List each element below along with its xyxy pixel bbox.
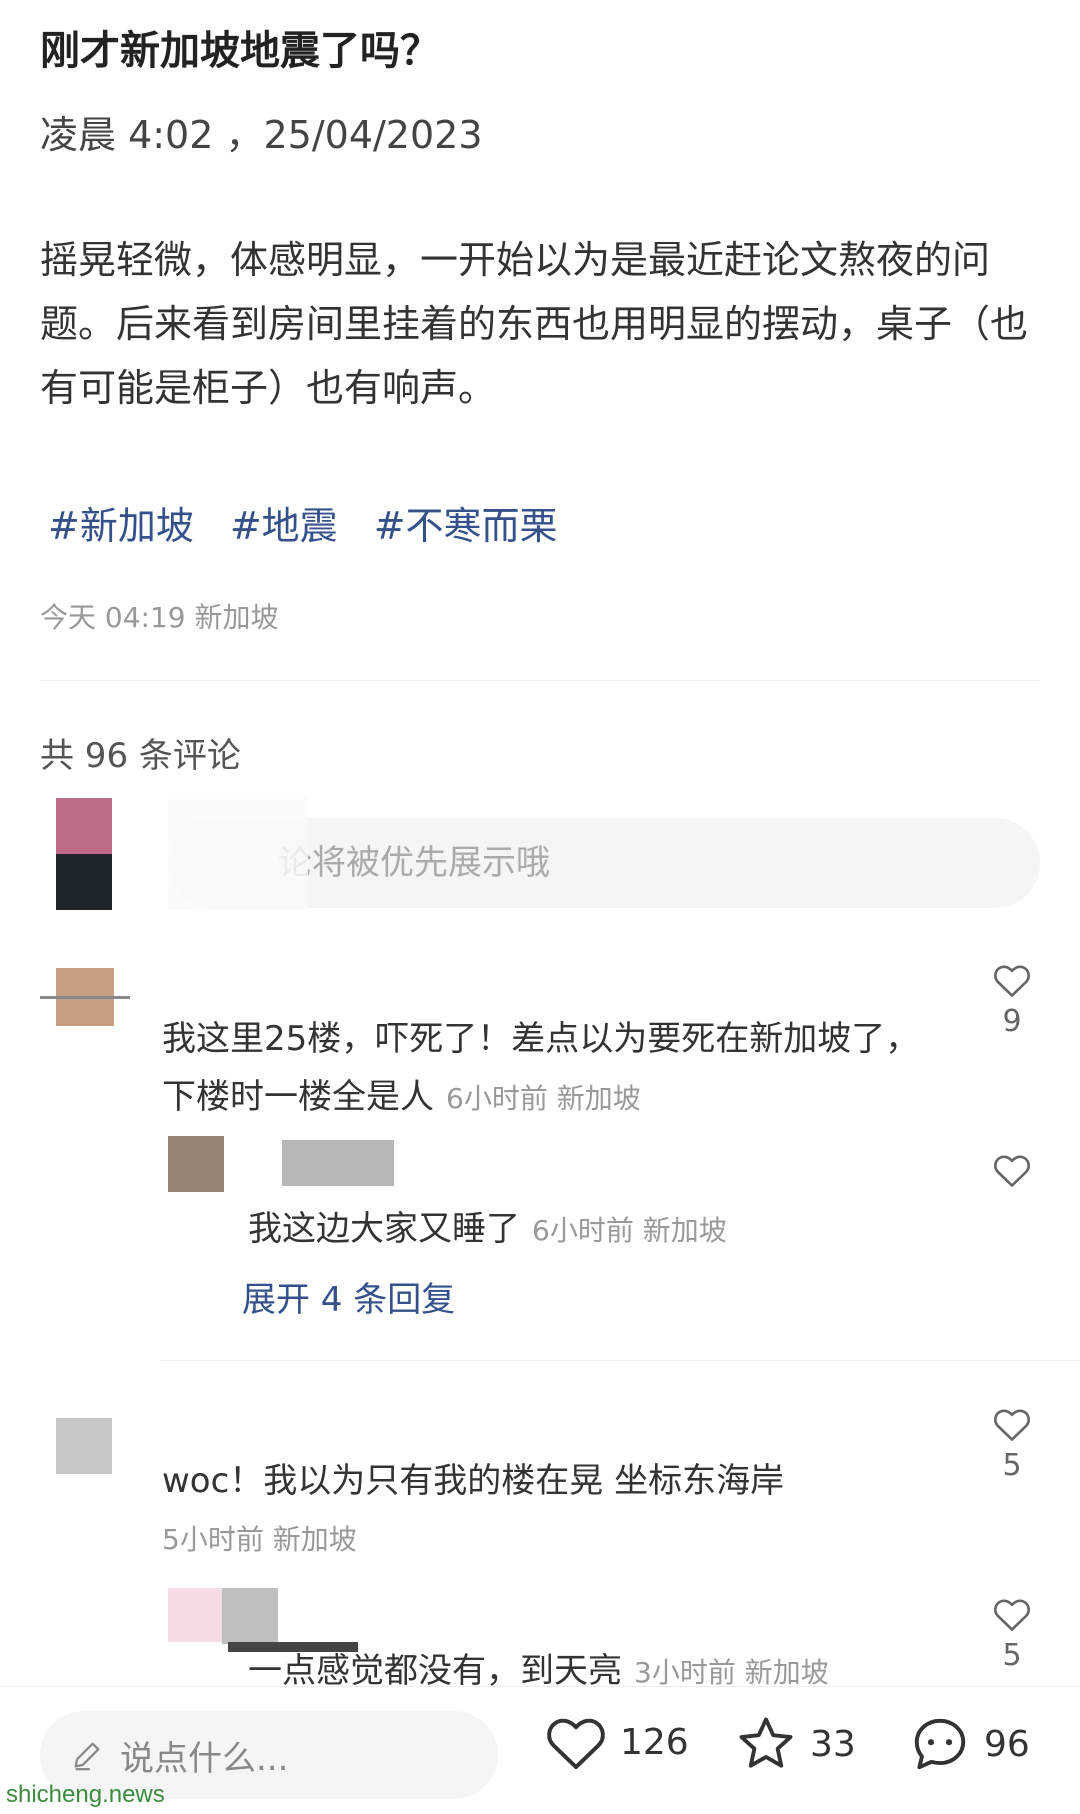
comment-meta: 3小时前 新加坡 xyxy=(634,1656,829,1689)
heart-icon xyxy=(994,1599,1030,1631)
avatar-mask-line xyxy=(40,996,130,999)
comment-3: woc！我以为只有我的楼在晃 坐标东海岸 xyxy=(162,1452,784,1510)
blur-mask xyxy=(168,798,308,910)
like-count: 9 xyxy=(1002,1004,1022,1039)
comment-1: 我这里25楼，吓死了！差点以为要死在新加坡了，下楼时一楼全是人 6小时前 新加坡 xyxy=(162,1010,922,1128)
post-meta: 今天 04:19 新加坡 xyxy=(40,601,279,634)
pencil-icon xyxy=(74,1742,100,1771)
avatar-mask xyxy=(168,1588,222,1642)
say-placeholder: 说点什么... xyxy=(120,1738,289,1779)
favorite-button[interactable]: 33 xyxy=(734,1713,856,1775)
my-avatar[interactable] xyxy=(56,798,112,910)
username-mask xyxy=(282,1140,394,1186)
like-count: 5 xyxy=(1002,1638,1022,1673)
heart-icon xyxy=(994,1155,1030,1187)
tag-earthquake[interactable]: #地震 xyxy=(230,495,338,550)
watermark: shicheng.news xyxy=(6,1781,165,1808)
comment-button[interactable]: 96 xyxy=(908,1713,1030,1775)
divider xyxy=(40,680,1040,681)
post-body: 摇晃轻微，体感明显，一开始以为是最近赶论文熬夜的问题。后来看到房间里挂着的东西也… xyxy=(40,238,1029,410)
comment-count: 共 96 条评论 xyxy=(40,736,241,776)
star-icon xyxy=(739,1717,793,1768)
comment-count-bottom: 96 xyxy=(984,1723,1030,1765)
divider xyxy=(160,1360,1080,1361)
comment-like-button[interactable]: 5 xyxy=(982,1406,1042,1483)
expand-replies-button[interactable]: 展开 4 条回复 xyxy=(242,1272,455,1321)
star-count: 33 xyxy=(810,1723,856,1765)
comment-text: 一点感觉都没有，到天亮 xyxy=(248,1651,622,1691)
comment-2: 我这边大家又睡了 6小时前 新加坡 xyxy=(248,1200,727,1260)
comment-like-button[interactable]: 5 xyxy=(982,1596,1042,1673)
heart-icon xyxy=(547,1718,605,1770)
bottom-bar: 说点什么... 126 33 96 shicheng.news xyxy=(0,1686,1080,1814)
comment-text: 我这边大家又睡了 xyxy=(248,1209,520,1249)
post-title: 刚才新加坡地震了吗？ xyxy=(40,28,440,74)
comment-meta: 5小时前 新加坡 xyxy=(162,1523,357,1556)
comment-meta: 6小时前 新加坡 xyxy=(446,1082,641,1115)
like-button[interactable]: 126 xyxy=(544,1713,689,1771)
comment-text: woc！我以为只有我的楼在晃 坐标东海岸 xyxy=(162,1461,785,1501)
comment-like-button[interactable]: 9 xyxy=(982,962,1042,1039)
comment-like-button[interactable] xyxy=(982,1152,1042,1194)
heart-icon xyxy=(994,1409,1030,1441)
like-count: 5 xyxy=(1002,1448,1022,1483)
like-count: 126 xyxy=(620,1721,689,1763)
heart-icon xyxy=(994,965,1030,997)
avatar[interactable] xyxy=(56,1418,112,1474)
comment-bubble-icon xyxy=(914,1718,966,1770)
avatar[interactable] xyxy=(168,1136,224,1192)
tag-list: #新加坡 #地震 #不寒而栗 xyxy=(48,495,558,550)
post-datetime: 凌晨 4:02 ，25/04/2023 xyxy=(40,113,483,157)
avatar[interactable] xyxy=(222,1588,278,1644)
tag-singapore[interactable]: #新加坡 xyxy=(48,495,194,550)
comment-meta: 6小时前 新加坡 xyxy=(532,1214,727,1247)
tag-shiver[interactable]: #不寒而栗 xyxy=(374,495,558,550)
